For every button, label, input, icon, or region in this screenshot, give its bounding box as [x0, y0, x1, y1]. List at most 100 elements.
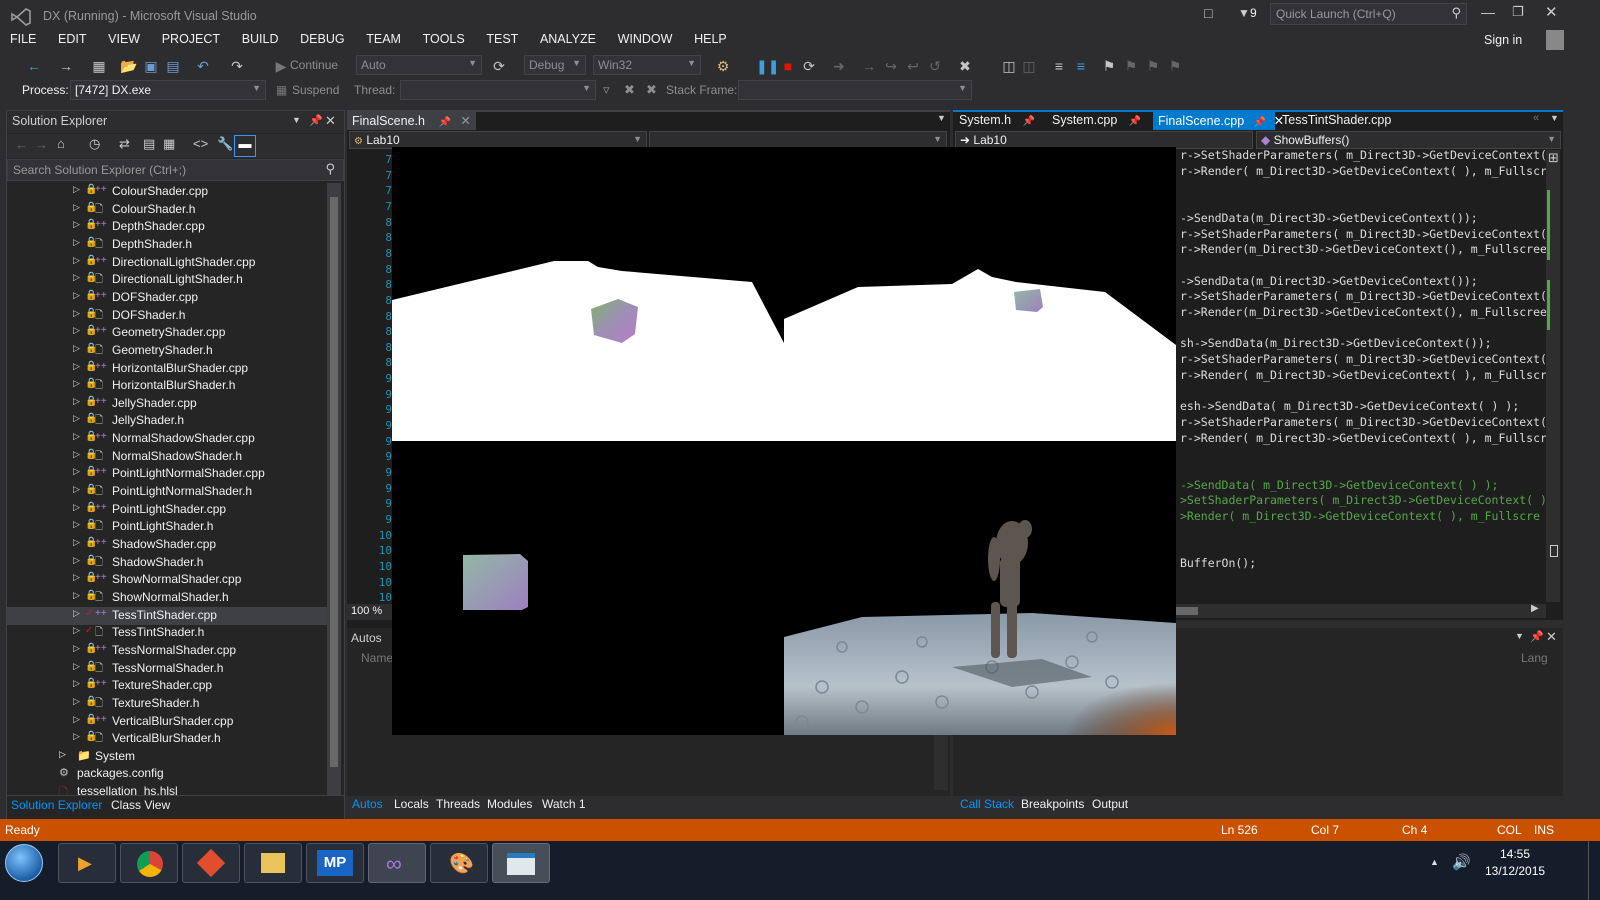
- stack-frame-combo[interactable]: ▼: [738, 80, 972, 100]
- packages-config-item[interactable]: ⚙ packages.config: [7, 765, 327, 783]
- code-line[interactable]: r->Render( m_Direct3D->GetDeviceContext(…: [1180, 368, 1554, 382]
- menu-project[interactable]: PROJECT: [153, 30, 229, 48]
- build-config-combo[interactable]: Debug ▼: [524, 55, 586, 75]
- forward-icon[interactable]: →: [35, 137, 48, 152]
- tab-modules[interactable]: Modules: [487, 797, 532, 811]
- expand-arrow-icon[interactable]: ▷: [73, 519, 80, 530]
- right-member-combo[interactable]: ◆ ShowBuffers() ▼: [1256, 131, 1561, 149]
- code-line[interactable]: ->SendData(m_Direct3D->GetDeviceContext(…: [1180, 274, 1478, 288]
- scrollbar-thumb[interactable]: [1550, 545, 1558, 557]
- indent-icon[interactable]: ≡: [1050, 57, 1068, 75]
- code-line[interactable]: r->SetShaderParameters( m_Direct3D->GetD…: [1180, 415, 1547, 429]
- tab-breakpoints[interactable]: Breakpoints: [1021, 797, 1084, 811]
- solution-search-input[interactable]: Search Solution Explorer (Ctrl+;) ⚲: [7, 159, 344, 181]
- zoom-level[interactable]: 100 %: [351, 605, 382, 617]
- solution-item[interactable]: ▷ 🔒 🗋 VerticalBlurShader.h: [7, 730, 327, 748]
- back-icon[interactable]: ←: [15, 137, 28, 152]
- feedback-icon[interactable]: □: [1204, 5, 1212, 21]
- expand-arrow-icon[interactable]: ▷: [73, 502, 80, 513]
- taskbar-media-player-icon[interactable]: ▶: [58, 843, 116, 883]
- expand-arrow-icon[interactable]: ▷: [73, 343, 80, 354]
- solution-item[interactable]: ▷ 🔒 🗋 ColourShader.h: [7, 201, 327, 219]
- tab-autos[interactable]: Autos: [352, 797, 383, 811]
- taskbar-mp-icon[interactable]: MP: [306, 843, 364, 883]
- next-bookmark-icon[interactable]: ⚑: [1144, 57, 1162, 75]
- solution-item[interactable]: ▷ 🔒 ++ VerticalBlurShader.cpp: [7, 713, 327, 731]
- tab-locals[interactable]: Locals: [394, 797, 429, 811]
- solution-item[interactable]: ▷ 🔒 🗋 ShowNormalShader.h: [7, 589, 327, 607]
- solution-item[interactable]: ▷ 🔒 🗋 DirectionalLightShader.h: [7, 271, 327, 289]
- expand-arrow-icon[interactable]: ▷: [73, 590, 80, 601]
- flag-threads-icon[interactable]: ✖: [624, 82, 635, 98]
- tab-call-stack[interactable]: Call Stack: [960, 797, 1014, 811]
- expand-arrow-icon[interactable]: ▷: [73, 608, 80, 619]
- system-folder[interactable]: ▷ 📁 System: [7, 748, 327, 766]
- pin-icon[interactable]: 📌: [438, 117, 450, 128]
- expand-arrow-icon[interactable]: ▷: [73, 572, 80, 583]
- solution-item[interactable]: ▷ 🔒 ++ JellyShader.cpp: [7, 395, 327, 413]
- scrollbar-thumb[interactable]: [1176, 607, 1198, 615]
- taskbar-paint-icon[interactable]: 🎨: [430, 843, 488, 883]
- expand-arrow-icon[interactable]: ▷: [73, 555, 80, 566]
- menu-test[interactable]: TEST: [477, 30, 527, 48]
- code-line[interactable]: r->Render( m_Direct3D->GetDeviceContext(…: [1180, 431, 1554, 445]
- expand-arrow-icon[interactable]: ▷: [73, 714, 80, 725]
- thread-combo[interactable]: ▼: [400, 80, 596, 100]
- new-project-icon[interactable]: ▦: [90, 57, 108, 75]
- redo-icon[interactable]: ↷: [228, 57, 246, 75]
- expand-arrow-icon[interactable]: ▷: [73, 696, 80, 707]
- taskbar-explorer-icon[interactable]: [244, 843, 302, 883]
- expand-arrow-icon[interactable]: ▷: [73, 413, 80, 424]
- code-line[interactable]: r->Render(m_Direct3D->GetDeviceContext()…: [1180, 242, 1554, 256]
- prev-bookmark-icon[interactable]: ⚑: [1122, 57, 1140, 75]
- bookmark-icon[interactable]: ⚑: [1100, 57, 1118, 75]
- code-line[interactable]: r->Render( m_Direct3D->GetDeviceContext(…: [1180, 164, 1554, 178]
- step-back-icon[interactable]: ↺: [926, 57, 944, 75]
- expand-arrow-icon[interactable]: ▷: [73, 237, 80, 248]
- restart-icon[interactable]: ⟳: [800, 57, 818, 75]
- scroll-right-icon[interactable]: ▶: [1531, 603, 1539, 614]
- menu-window[interactable]: WINDOW: [609, 30, 682, 48]
- suspend-button[interactable]: Suspend: [292, 83, 339, 97]
- solution-item[interactable]: ▷ 🔒 ++ TextureShader.cpp: [7, 677, 327, 695]
- menu-help[interactable]: HELP: [685, 30, 736, 48]
- close-tab-icon[interactable]: ✕: [460, 114, 470, 128]
- pin-icon[interactable]: 📌: [1023, 116, 1035, 127]
- tab-system-h[interactable]: System.h 📌: [954, 110, 1040, 130]
- solution-item[interactable]: ▷ 🔒 ++ TessNormalShader.cpp: [7, 642, 327, 660]
- refresh-icon[interactable]: ⟳: [490, 57, 508, 75]
- menu-build[interactable]: BUILD: [233, 30, 288, 48]
- expand-arrow-icon[interactable]: ▷: [73, 731, 80, 742]
- step-over-icon[interactable]: ↪: [882, 57, 900, 75]
- view-code-icon[interactable]: <>: [193, 136, 208, 151]
- quick-launch-input[interactable]: Quick Launch (Ctrl+Q) ⚲: [1270, 3, 1467, 25]
- solution-scrollbar[interactable]: [327, 183, 341, 795]
- save-all-icon[interactable]: ▤: [164, 57, 182, 75]
- solution-item[interactable]: ▷ ✓ ++ TessTintShader.cpp: [7, 606, 327, 625]
- clock-time[interactable]: 14:55: [1500, 847, 1530, 861]
- menu-edit[interactable]: EDIT: [49, 30, 95, 48]
- expand-arrow-icon[interactable]: ▷: [73, 290, 80, 301]
- show-next-statement-icon[interactable]: ➜: [830, 57, 848, 75]
- show-desktop-button[interactable]: [1588, 841, 1600, 900]
- solution-item[interactable]: ▷ 🔒 🗋 PointLightShader.h: [7, 518, 327, 536]
- solution-item[interactable]: ▷ 🔒 ++ DepthShader.cpp: [7, 218, 327, 236]
- tab-class-view[interactable]: Class View: [111, 798, 170, 812]
- collapse-all-icon[interactable]: ▤: [143, 136, 155, 152]
- expand-arrow-icon[interactable]: ▷: [73, 272, 80, 283]
- outdent-icon[interactable]: ≡: [1072, 57, 1090, 75]
- solution-item[interactable]: ▷ 🔒 🗋 TessNormalShader.h: [7, 660, 327, 678]
- tab-system-cpp[interactable]: System.cpp 📌: [1047, 110, 1146, 130]
- expand-arrow-icon[interactable]: ▷: [73, 361, 80, 372]
- taskbar-chrome-icon[interactable]: [120, 843, 178, 883]
- solution-item[interactable]: ▷ 🔒 ++ ShowNormalShader.cpp: [7, 571, 327, 589]
- solution-item[interactable]: ▷ 🔒 🗋 PointLightNormalShader.h: [7, 483, 327, 501]
- split-icon[interactable]: ⊞: [1548, 150, 1559, 166]
- undo-icon[interactable]: ↶: [194, 57, 212, 75]
- avatar[interactable]: [1546, 30, 1564, 50]
- menu-file[interactable]: FILE: [0, 30, 45, 48]
- taskbar-git-icon[interactable]: [182, 843, 240, 883]
- platform-combo[interactable]: Win32 ▼: [593, 55, 701, 75]
- expand-arrow-icon[interactable]: ▷: [59, 749, 66, 760]
- expand-arrow-icon[interactable]: ▷: [73, 184, 80, 195]
